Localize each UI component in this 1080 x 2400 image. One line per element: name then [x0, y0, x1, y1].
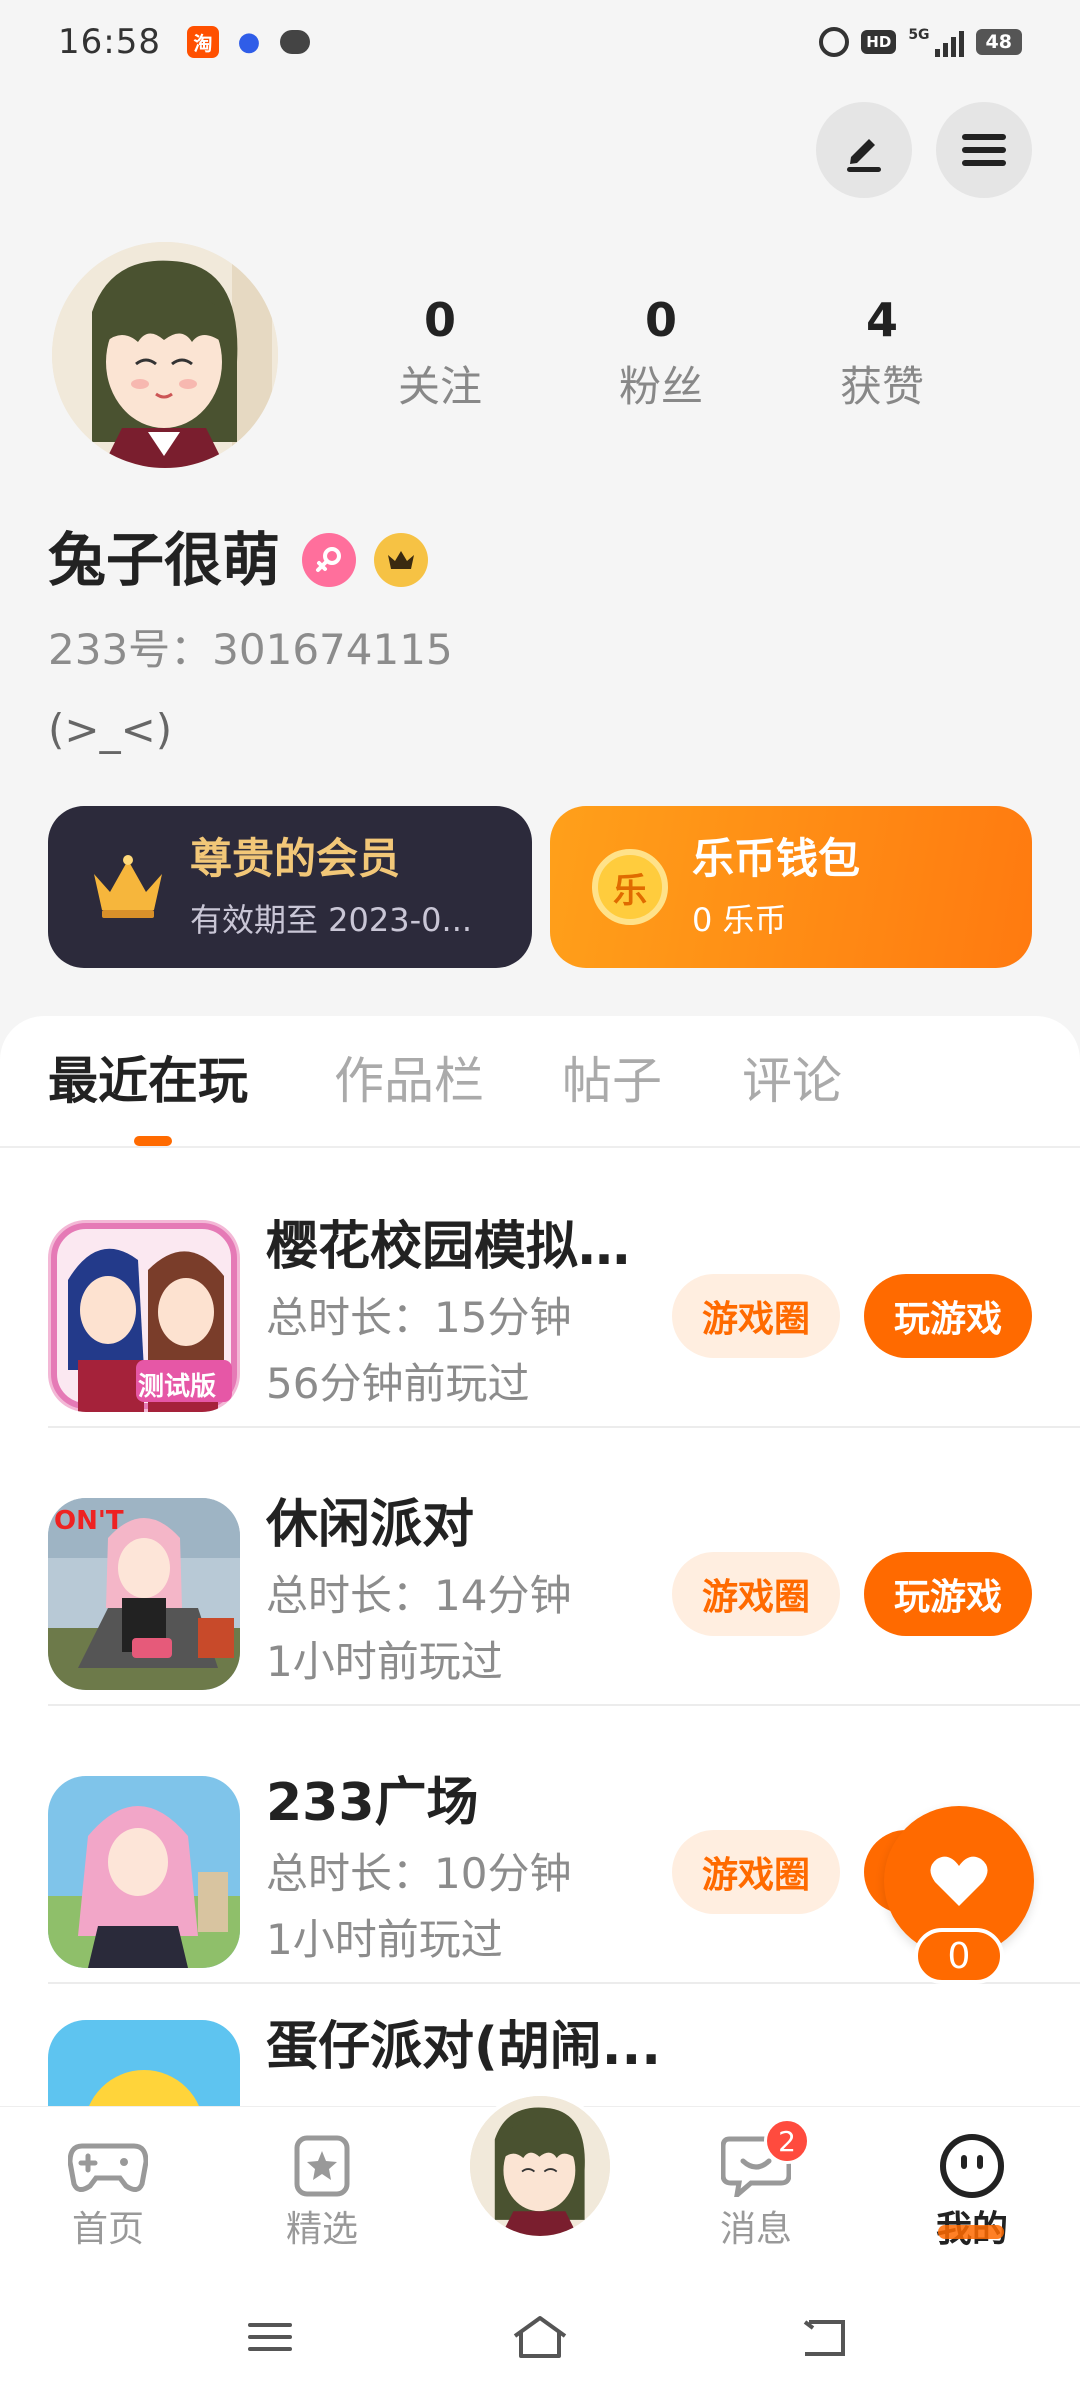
nav-featured[interactable]: 精选	[252, 2131, 392, 2255]
tab-works[interactable]: 作品栏	[334, 1046, 484, 1116]
username: 兔子很萌	[48, 526, 281, 594]
status-bar: 16:58 淘 ● HD 5G 48	[0, 0, 1080, 84]
crown-badge-icon	[374, 533, 429, 587]
game-circle-button[interactable]: 游戏圈	[672, 1274, 840, 1358]
home-icon[interactable]	[510, 2312, 570, 2362]
status-notification-icons: 淘 ●	[186, 26, 311, 58]
game-duration: 总时长：10分钟	[266, 1849, 572, 1898]
status-indicators: HD 5G 48	[819, 27, 1022, 57]
baidu-paw-icon: ●	[237, 27, 261, 57]
menu-button[interactable]	[936, 102, 1032, 198]
message-count-badge: 2	[764, 2118, 810, 2164]
hd-badge: HD	[861, 30, 897, 54]
nav-center-avatar[interactable]	[466, 2092, 614, 2240]
vip-title: 尊贵的会员	[190, 834, 401, 883]
smiley-face-icon	[902, 2131, 1042, 2201]
user-signature: (>_<)	[48, 705, 173, 754]
network-type: 5G	[908, 27, 930, 43]
profile-tabs: 最近在玩 作品栏 帖子 评论	[0, 1016, 1080, 1148]
anime-girl-avatar-image	[470, 2096, 610, 2236]
anime-girl-avatar-image	[52, 242, 278, 468]
username-row: 兔子很萌	[48, 518, 429, 602]
game-icon-party[interactable]: ON'T	[48, 1498, 240, 1690]
game-name: 233广场	[266, 1773, 479, 1833]
taobao-icon: 淘	[186, 26, 219, 58]
star-bookmark-icon	[252, 2131, 392, 2201]
nav-home[interactable]: 首页	[38, 2131, 178, 2255]
coin-icon: 乐	[590, 847, 670, 927]
system-nav-bar	[0, 2276, 1080, 2400]
game-name: 樱花校园模拟...	[266, 1217, 636, 1277]
chat-bubble-icon	[279, 26, 311, 58]
game-name: 蛋仔派对(胡闹...	[266, 2017, 662, 2077]
stat-followers[interactable]: 0 粉丝	[581, 290, 741, 418]
game-duration: 总时长：15分钟	[266, 1293, 572, 1342]
heart-icon	[930, 1856, 988, 1906]
back-icon[interactable]	[794, 2312, 854, 2362]
nav-active-indicator	[938, 2225, 1004, 2239]
vip-card[interactable]: 尊贵的会员 有效期至 2023-0...	[48, 806, 532, 968]
battery-icon: 48	[975, 29, 1022, 55]
floating-like-button[interactable]: 0	[884, 1806, 1034, 1984]
game-last-played: 1小时前玩过	[266, 1915, 503, 1964]
game-icon-caption: 测试版	[138, 1372, 217, 1402]
game-circle-button[interactable]: 游戏圈	[672, 1830, 840, 1914]
gamepad-icon	[38, 2131, 178, 2201]
game-icon-caption: ON'T	[54, 1506, 124, 1536]
tab-comments[interactable]: 评论	[742, 1046, 842, 1116]
tab-recently-played[interactable]: 最近在玩	[48, 1046, 248, 1116]
game-row[interactable]: 测试版 樱花校园模拟... 总时长：15分钟 56分钟前玩过 游戏圈 玩游戏	[48, 1150, 1080, 1428]
game-icon-sakura-school[interactable]: 测试版	[48, 1220, 240, 1412]
profile-avatar[interactable]	[52, 242, 278, 468]
stat-label: 关注	[397, 362, 482, 411]
stat-value: 4	[865, 293, 898, 347]
hamburger-icon	[962, 134, 1006, 166]
game-duration: 总时长：14分钟	[266, 1571, 572, 1620]
nav-label: 消息	[719, 2209, 792, 2250]
stat-label: 粉丝	[618, 362, 703, 411]
game-last-played: 56分钟前玩过	[266, 1359, 530, 1408]
wallet-balance: 0 乐币	[692, 901, 787, 939]
alarm-icon	[819, 27, 850, 57]
user-id: 233号：301674115	[48, 625, 453, 674]
status-time: 16:58	[58, 22, 161, 62]
like-count: 0	[914, 1928, 1004, 1984]
stat-value: 0	[644, 293, 677, 347]
game-icon-233-square[interactable]	[48, 1776, 240, 1968]
stat-label: 获赞	[839, 362, 924, 411]
signal-icon: 5G	[908, 27, 964, 57]
game-row[interactable]: ON'T 休闲派对 总时长：14分钟 1小时前玩过 游戏圈 玩游戏	[48, 1428, 1080, 1706]
active-tab-indicator	[134, 1136, 172, 1146]
coin-glyph: 乐	[592, 849, 668, 925]
play-game-button[interactable]: 玩游戏	[864, 1552, 1032, 1636]
edit-profile-button[interactable]	[816, 102, 912, 198]
game-last-played: 1小时前玩过	[266, 1637, 503, 1686]
profile-stats: 0 关注 0 粉丝 4 获赞	[360, 290, 1060, 430]
wallet-card[interactable]: 乐 乐币钱包 0 乐币	[550, 806, 1032, 968]
stat-following[interactable]: 0 关注	[360, 290, 520, 418]
tab-posts[interactable]: 帖子	[562, 1046, 662, 1116]
nav-label: 精选	[285, 2209, 358, 2250]
play-game-button[interactable]: 玩游戏	[864, 1274, 1032, 1358]
wallet-title: 乐币钱包	[692, 834, 861, 883]
stat-value: 0	[423, 293, 456, 347]
nav-label: 首页	[71, 2209, 144, 2250]
recents-icon[interactable]	[240, 2312, 300, 2362]
female-gender-icon	[302, 533, 357, 587]
stat-likes[interactable]: 4 获赞	[802, 290, 962, 418]
vip-expiry: 有效期至 2023-0...	[190, 901, 473, 939]
game-circle-button[interactable]: 游戏圈	[672, 1552, 840, 1636]
gold-crown-icon	[88, 847, 168, 927]
pencil-icon	[847, 139, 881, 172]
game-name: 休闲派对	[266, 1495, 475, 1555]
